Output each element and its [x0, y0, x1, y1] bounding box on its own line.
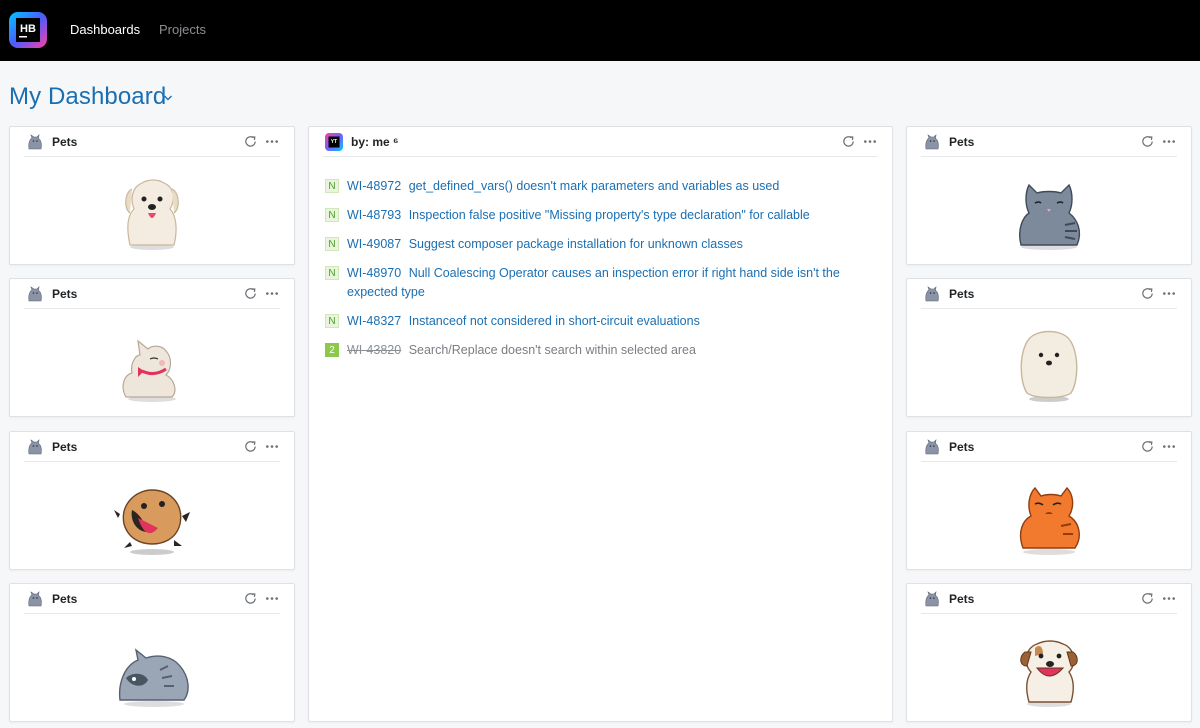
pets-widget: Pets	[906, 583, 1192, 722]
issue-id-link[interactable]: WI-48327	[347, 314, 401, 328]
widget-header: Pets	[24, 432, 280, 462]
more-options-icon[interactable]	[1161, 439, 1177, 454]
priority-badge: N	[325, 237, 339, 251]
pet-widget-icon	[923, 438, 941, 456]
grey-tabby-cat-icon	[1019, 183, 1081, 250]
top-navigation-bar: HB Dashboards Projects	[0, 0, 1200, 61]
refresh-icon[interactable]	[1140, 591, 1155, 606]
widget-header: YT by: me ⁶	[323, 127, 878, 157]
widget-title: Pets	[949, 592, 975, 606]
issues-widget: YT by: me ⁶ N WI-48972 get_defined_vars(…	[308, 126, 893, 722]
chevron-down-icon[interactable]	[163, 94, 173, 102]
issue-row: N WI-48793 Inspection false positive "Mi…	[325, 206, 865, 235]
pets-widget: Pets	[9, 126, 295, 265]
pet-widget-icon	[26, 285, 44, 303]
refresh-icon[interactable]	[243, 591, 258, 606]
more-options-icon[interactable]	[264, 134, 280, 149]
widget-header: Pets	[921, 127, 1177, 157]
more-options-icon[interactable]	[1161, 591, 1177, 606]
orange-cat-icon	[1019, 486, 1080, 555]
widget-title: by: me ⁶	[351, 135, 399, 149]
issue-row: N WI-48972 get_defined_vars() doesn't ma…	[325, 177, 865, 206]
issue-id-link[interactable]: WI-49087	[347, 237, 401, 251]
pets-widget: Pets	[906, 431, 1192, 570]
widget-header: Pets	[921, 584, 1177, 614]
widget-title: Pets	[949, 135, 975, 149]
pet-widget-icon	[26, 438, 44, 456]
refresh-icon[interactable]	[243, 439, 258, 454]
issue-row: N WI-48327 Instanceof not considered in …	[325, 312, 865, 341]
more-options-icon[interactable]	[264, 439, 280, 454]
issue-id-link[interactable]: WI-48970	[347, 266, 401, 280]
widget-title: Pets	[52, 287, 78, 301]
issue-summary-link[interactable]: Suggest composer package installation fo…	[409, 237, 743, 251]
more-options-icon[interactable]	[264, 591, 280, 606]
issue-summary-link[interactable]: Instanceof not considered in short-circu…	[409, 314, 700, 328]
priority-badge: N	[325, 314, 339, 328]
pets-widget: Pets	[9, 431, 295, 570]
priority-badge: 2	[325, 343, 339, 357]
widget-title: Pets	[949, 440, 975, 454]
issue-summary-link[interactable]: Inspection false positive "Missing prope…	[409, 208, 810, 222]
widget-title: Pets	[52, 135, 78, 149]
more-options-icon[interactable]	[1161, 134, 1177, 149]
pet-widget-icon	[923, 133, 941, 151]
pet-widget-icon	[26, 133, 44, 151]
pets-widget: Pets	[9, 278, 295, 417]
issue-row: N WI-49087 Suggest composer package inst…	[325, 235, 865, 264]
issue-row: N WI-48970 Null Coalescing Operator caus…	[325, 264, 865, 312]
more-options-icon[interactable]	[1161, 286, 1177, 301]
widget-header: Pets	[921, 432, 1177, 462]
issue-summary-link[interactable]: Search/Replace doesn't search within sel…	[409, 343, 696, 357]
pets-widget: Pets	[906, 278, 1192, 417]
logo-text: HB	[20, 23, 36, 35]
priority-badge: N	[325, 208, 339, 222]
issue-summary-link[interactable]: Null Coalescing Operator causes an inspe…	[347, 266, 840, 299]
issue-list: N WI-48972 get_defined_vars() doesn't ma…	[325, 177, 865, 370]
more-options-icon[interactable]	[264, 286, 280, 301]
fluffy-puff-dog-icon	[1020, 330, 1078, 402]
excited-pug-icon	[114, 489, 190, 555]
widget-header: Pets	[24, 584, 280, 614]
svg-text:YT: YT	[331, 139, 337, 145]
widget-title: Pets	[52, 592, 78, 606]
refresh-icon[interactable]	[1140, 134, 1155, 149]
priority-badge: N	[325, 266, 339, 280]
grey-raccoon-cat-icon	[118, 648, 189, 707]
refresh-icon[interactable]	[1140, 286, 1155, 301]
nav-projects-link[interactable]: Projects	[159, 22, 206, 37]
refresh-icon[interactable]	[243, 286, 258, 301]
widget-header: Pets	[24, 127, 280, 157]
refresh-icon[interactable]	[1140, 439, 1155, 454]
widget-header: Pets	[921, 279, 1177, 309]
hub-logo-icon[interactable]: HB	[8, 10, 48, 50]
widget-header: Pets	[24, 279, 280, 309]
nav-dashboards-link[interactable]: Dashboards	[70, 22, 140, 37]
priority-badge: N	[325, 179, 339, 193]
issue-id-link[interactable]: WI-48972	[347, 179, 401, 193]
widget-title: Pets	[52, 440, 78, 454]
pets-widget: Pets	[9, 583, 295, 722]
pet-widget-icon	[923, 590, 941, 608]
fluffy-white-dog-icon	[125, 179, 179, 250]
widget-title: Pets	[949, 287, 975, 301]
refresh-icon[interactable]	[841, 134, 856, 149]
pets-widget: Pets	[906, 126, 1192, 265]
issue-id-link[interactable]: WI-43820	[347, 343, 401, 357]
beige-dog-red-bow-icon	[122, 339, 176, 402]
refresh-icon[interactable]	[243, 134, 258, 149]
pet-widget-icon	[26, 590, 44, 608]
more-options-icon[interactable]	[862, 134, 878, 149]
bulldog-icon	[1020, 640, 1078, 707]
pet-widget-icon	[923, 285, 941, 303]
issue-summary-link[interactable]: get_defined_vars() doesn't mark paramete…	[409, 179, 780, 193]
issue-row-resolved: 2 WI-43820 Search/Replace doesn't search…	[325, 341, 865, 370]
issue-id-link[interactable]: WI-48793	[347, 208, 401, 222]
page-title[interactable]: My Dashboard	[9, 83, 166, 111]
youtrack-logo-icon: YT	[325, 133, 343, 151]
